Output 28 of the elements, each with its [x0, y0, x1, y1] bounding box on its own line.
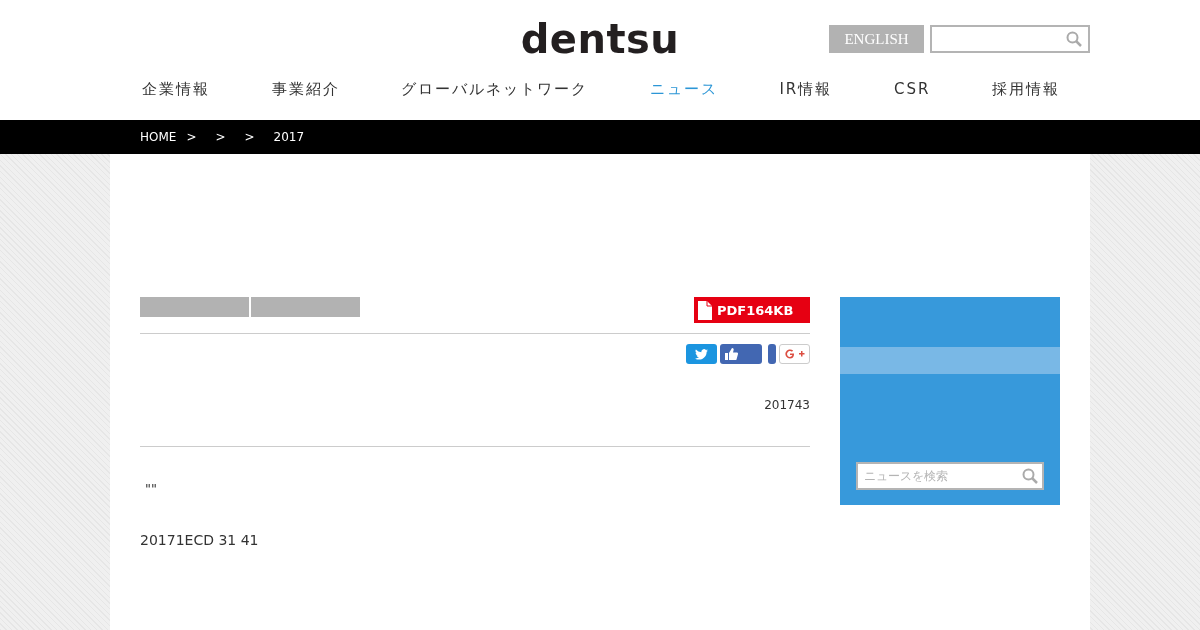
google-plus-button[interactable] — [779, 344, 810, 364]
nav-link[interactable]: 採用情報 — [991, 80, 1060, 99]
like-button[interactable] — [720, 344, 762, 364]
breadcrumb-separator: > — [186, 130, 197, 144]
bird-icon — [695, 348, 708, 360]
nav-link[interactable]: 企業情報 — [142, 80, 210, 99]
nav-link[interactable]: 事業紹介 — [271, 80, 340, 99]
thumbs-up-icon — [725, 348, 738, 360]
like-count-button[interactable] — [768, 344, 776, 364]
twitter-button[interactable] — [686, 344, 717, 364]
google-plus-icon — [784, 349, 805, 359]
nav-link[interactable]: CSR — [893, 80, 931, 98]
search-field[interactable] — [930, 25, 1090, 53]
article-date: 201743 — [764, 398, 810, 414]
news-search-field[interactable]: ニュースを検索 — [856, 462, 1044, 490]
article-quote: "" — [145, 481, 158, 496]
breadcrumb-link[interactable]: 2017 — [273, 130, 305, 144]
document-icon — [698, 300, 712, 320]
search-icon[interactable] — [1022, 468, 1038, 484]
dentsu-logo[interactable]: dentsu — [520, 16, 680, 62]
article-text: 20171ECD 31 41 — [140, 532, 260, 548]
nav-link[interactable]: IR情報 — [779, 80, 833, 99]
pdf-link[interactable]: PDF164KB — [694, 297, 810, 323]
breadcrumb-separator: > — [215, 130, 226, 144]
search-icon[interactable] — [1066, 31, 1082, 47]
nav-link[interactable]: グローバルネットワーク — [401, 80, 589, 99]
breadcrumb-separator: > — [244, 130, 255, 144]
breadcrumb-link[interactable]: HOME — [140, 130, 177, 144]
